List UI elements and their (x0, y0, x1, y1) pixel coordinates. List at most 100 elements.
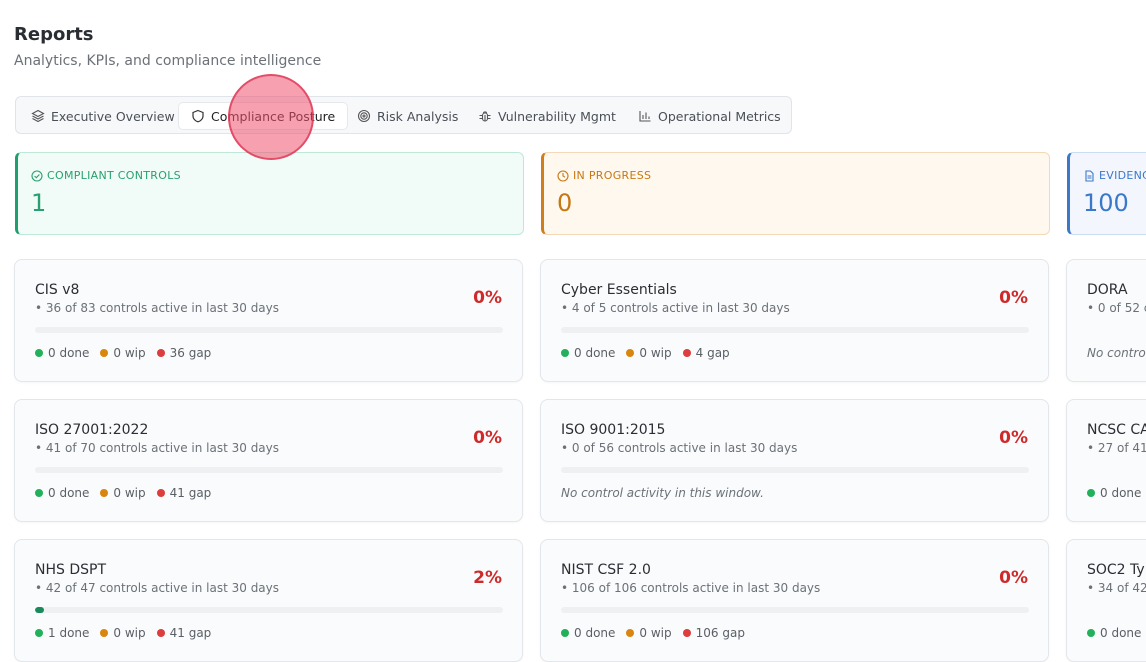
progress-bar (35, 607, 503, 613)
done-dot-icon (35, 489, 43, 497)
framework-name: SOC2 Ty (1087, 562, 1145, 578)
page-subtitle: Analytics, KPIs, and compliance intellig… (14, 53, 322, 69)
tab-label: Executive Overview (51, 108, 175, 124)
framework-card-iso-9001[interactable]: ISO 9001:2015 • 0 of 56 controls active … (540, 399, 1049, 522)
click-indicator (228, 74, 314, 160)
no-activity-message: No control activity in this window. (561, 486, 764, 500)
done-count: 0 done (574, 626, 616, 640)
tab-risk-analysis[interactable]: Risk Analysis (357, 102, 458, 130)
page-title: Reports (14, 24, 94, 45)
gap-count: 4 gap (695, 346, 730, 360)
gap-count: 41 gap (169, 486, 212, 500)
tab-label: Risk Analysis (377, 108, 459, 124)
framework-name: ISO 9001:2015 (561, 422, 666, 438)
done-count: 0 done (48, 486, 90, 500)
gap-count: 41 gap (169, 626, 212, 640)
kpi-evidence: EVIDENC 100 (1067, 152, 1146, 235)
bug-icon (478, 109, 492, 123)
framework-activity: • 41 of 70 controls active in last 30 da… (35, 441, 280, 455)
framework-name: ISO 27001:2022 (35, 422, 149, 438)
gap-dot-icon (156, 349, 165, 357)
done-dot-icon (1087, 629, 1095, 637)
wip-dot-icon (100, 349, 109, 357)
framework-percent: 0% (473, 288, 502, 308)
gap-dot-icon (682, 349, 691, 357)
status-legend: 1 done 0 wip 41 gap (35, 626, 222, 640)
gap-dot-icon (682, 629, 691, 637)
framework-name: Cyber Essentials (561, 282, 677, 298)
done-dot-icon (1087, 489, 1095, 497)
status-legend: 0 done 0 wip 36 gap (35, 346, 222, 360)
framework-activity: • 4 of 5 controls active in last 30 days (561, 301, 790, 315)
framework-card-dora[interactable]: DORA • 0 of 52 c No contro (1066, 259, 1146, 382)
tab-label: Operational Metrics (658, 108, 781, 124)
report-tabs: Executive Overview Compliance Posture Ri… (15, 96, 792, 134)
framework-card-soc2[interactable]: SOC2 Ty • 34 of 42 0 done (1066, 539, 1146, 662)
clock-icon (557, 169, 569, 182)
progress-bar (35, 467, 503, 473)
wip-dot-icon (100, 489, 109, 497)
wip-count: 0 wip (639, 346, 672, 360)
framework-percent: 0% (999, 288, 1028, 308)
framework-name: NIST CSF 2.0 (561, 562, 651, 578)
wip-count: 0 wip (113, 486, 146, 500)
wip-dot-icon (100, 629, 109, 637)
framework-percent: 0% (999, 428, 1028, 448)
gap-dot-icon (156, 629, 165, 637)
kpi-value: 1 (31, 189, 47, 217)
kpi-compliant-controls: COMPLIANT CONTROLS 1 (15, 152, 524, 235)
check-circle-icon (31, 169, 43, 182)
kpi-label: IN PROGRESS (573, 169, 652, 182)
wip-dot-icon (626, 629, 635, 637)
tab-operational-metrics[interactable]: Operational Metrics (638, 102, 781, 130)
document-icon (1083, 169, 1095, 182)
gap-count: 36 gap (169, 346, 212, 360)
progress-bar (561, 467, 1029, 473)
framework-activity: • 42 of 47 controls active in last 30 da… (35, 581, 280, 595)
done-count: 0 done (1100, 626, 1142, 640)
framework-activity: • 27 of 41 c (1087, 441, 1146, 455)
kpi-label: EVIDENC (1099, 169, 1146, 182)
framework-card-nhs-dspt[interactable]: NHS DSPT • 42 of 47 controls active in l… (14, 539, 523, 662)
done-count: 0 done (574, 346, 616, 360)
done-count: 0 done (48, 346, 90, 360)
done-dot-icon (561, 629, 569, 637)
no-activity-message: No contro (1087, 346, 1146, 360)
done-dot-icon (35, 349, 43, 357)
framework-card-cyber-essentials[interactable]: Cyber Essentials • 4 of 5 controls activ… (540, 259, 1049, 382)
wip-count: 0 wip (113, 346, 146, 360)
framework-card-ncsc-caf[interactable]: NCSC CA • 27 of 41 c 0 done (1066, 399, 1146, 522)
tab-executive-overview[interactable]: Executive Overview (31, 102, 175, 130)
framework-name: NHS DSPT (35, 562, 106, 578)
wip-count: 0 wip (113, 626, 146, 640)
kpi-in-progress: IN PROGRESS 0 (541, 152, 1050, 235)
framework-percent: 0% (999, 568, 1028, 588)
framework-activity: • 0 of 56 controls active in last 30 day… (561, 441, 798, 455)
layers-icon (31, 109, 45, 123)
done-count: 0 done (1100, 486, 1142, 500)
gap-count: 106 gap (695, 626, 745, 640)
done-count: 1 done (48, 626, 90, 640)
progress-bar (561, 327, 1029, 333)
framework-activity: • 106 of 106 controls active in last 30 … (561, 581, 821, 595)
framework-activity: • 0 of 52 c (1087, 301, 1146, 315)
framework-card-cis-v8[interactable]: CIS v8 • 36 of 83 controls active in las… (14, 259, 523, 382)
gap-dot-icon (156, 489, 165, 497)
framework-percent: 0% (473, 428, 502, 448)
wip-count: 0 wip (639, 626, 672, 640)
status-legend: 0 done 0 wip 106 gap (561, 626, 756, 640)
status-legend: 0 done 0 wip 41 gap (35, 486, 222, 500)
framework-name: DORA (1087, 282, 1128, 298)
tab-vulnerability-mgmt[interactable]: Vulnerability Mgmt (478, 102, 616, 130)
framework-percent: 2% (473, 568, 502, 588)
kpi-value: 0 (557, 189, 573, 217)
progress-bar (35, 327, 503, 333)
framework-card-nist-csf[interactable]: NIST CSF 2.0 • 106 of 106 controls activ… (540, 539, 1049, 662)
framework-card-iso-27001[interactable]: ISO 27001:2022 • 41 of 70 controls activ… (14, 399, 523, 522)
progress-bar (561, 607, 1029, 613)
framework-activity: • 36 of 83 controls active in last 30 da… (35, 301, 280, 315)
done-dot-icon (561, 349, 569, 357)
target-icon (357, 109, 371, 123)
done-dot-icon (35, 629, 43, 637)
status-legend: 0 done 0 wip 4 gap (561, 346, 741, 360)
